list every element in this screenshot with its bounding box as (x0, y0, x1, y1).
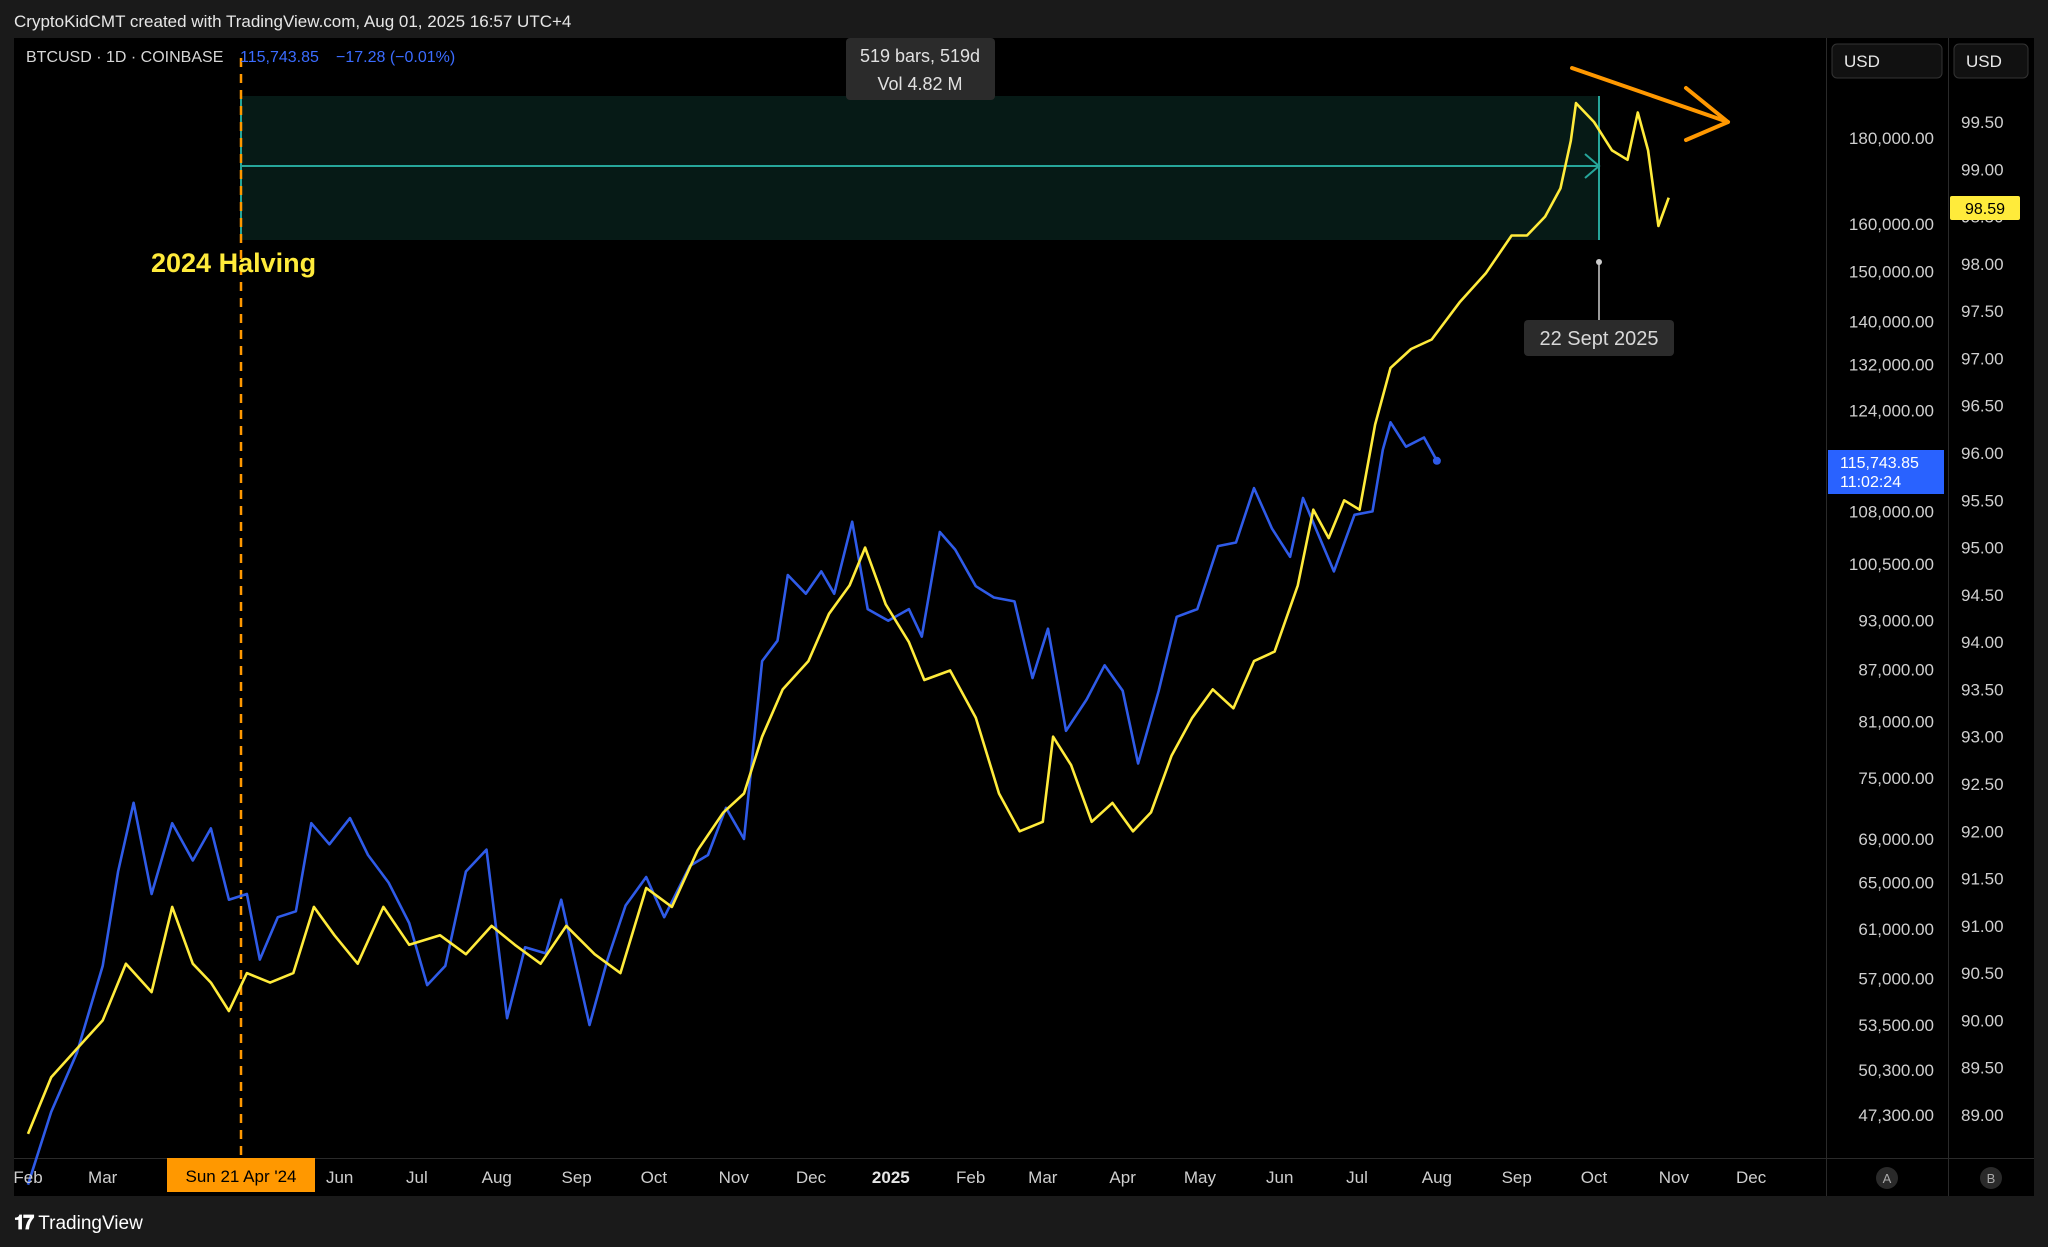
time-axis-tick-9: Nov (719, 1168, 750, 1187)
time-axis-tick-21: Nov (1659, 1168, 1690, 1187)
right-axis-tick-6: 96.50 (1961, 397, 2004, 416)
tradingview-brand[interactable]: 𝟏𝟕 TradingView (14, 1212, 143, 1235)
scale-a-button[interactable]: A (1883, 1171, 1892, 1186)
time-axis-tick-5: Jul (406, 1168, 428, 1187)
left-axis-tick-16: 53,500.00 (1858, 1016, 1934, 1035)
right-axis-tick-11: 94.00 (1961, 633, 2004, 652)
left-axis-tick-15: 57,000.00 (1858, 970, 1934, 989)
left-axis-tick-2: 150,000.00 (1849, 262, 1934, 281)
chart-credit: CryptoKidCMT created with TradingView.co… (0, 0, 2048, 38)
right-axis-tick-1: 99.00 (1961, 160, 2004, 179)
right-axis-tick-17: 91.00 (1961, 917, 2004, 936)
measure-bars-text: 519 bars, 519d (860, 46, 980, 66)
measure-vol-text: Vol 4.82 M (877, 74, 962, 94)
legend-symbol[interactable]: BTCUSD · 1D · COINBASE (26, 49, 223, 66)
right-axis-tick-20: 89.50 (1961, 1059, 2004, 1078)
right-axis-tick-8: 95.50 (1961, 491, 2004, 510)
right-axis-tick-5: 97.00 (1961, 349, 2004, 368)
right-axis-tick-0: 99.50 (1961, 113, 2004, 132)
time-axis-tick-0: Feb (14, 1168, 43, 1187)
tradingview-brand-text: TradingView (38, 1212, 143, 1234)
left-axis-tick-12: 69,000.00 (1858, 830, 1934, 849)
left-axis-tick-4: 132,000.00 (1849, 356, 1934, 375)
b-series-tag: 98.59 (1965, 201, 2005, 218)
left-axis-tick-6: 108,000.00 (1849, 502, 1934, 521)
right-axis-tick-21: 89.00 (1961, 1106, 2004, 1125)
left-axis-tick-9: 87,000.00 (1858, 661, 1934, 680)
time-axis-tick-1: Mar (88, 1168, 118, 1187)
left-axis-tick-8: 93,000.00 (1858, 612, 1934, 631)
scale-b-button[interactable]: B (1987, 1171, 1996, 1186)
tradingview-logo-icon: 𝟏𝟕 (14, 1212, 34, 1234)
time-axis-tick-7: Sep (561, 1168, 591, 1187)
sept-marker-dot (1596, 259, 1602, 265)
time-axis-tick-13: Mar (1028, 1168, 1058, 1187)
left-axis-tick-14: 61,000.00 (1858, 920, 1934, 939)
price-axis-left[interactable]: 180,000.00 160,000.00 150,000.00 140,000.00… (1849, 129, 1934, 1125)
time-axis-tick-14: Apr (1109, 1168, 1136, 1187)
last-price-countdown: 11:02:24 (1840, 474, 1901, 491)
left-axis-tick-7: 100,500.00 (1849, 555, 1934, 574)
right-axis-tick-12: 93.50 (1961, 680, 2004, 699)
legend-price: 115,743.85 (240, 49, 319, 66)
right-axis-tick-18: 90.50 (1961, 964, 2004, 983)
left-axis-tick-17: 50,300.00 (1858, 1061, 1934, 1080)
right-axis-tick-9: 95.00 (1961, 539, 2004, 558)
time-axis-tick-18: Aug (1422, 1168, 1452, 1187)
legend-change: −17.28 (−0.01%) (336, 49, 455, 66)
sept-label: 22 Sept 2025 (1540, 328, 1659, 350)
date-badge: Sun 21 Apr '24 (186, 1167, 297, 1186)
measure-range-box[interactable] (241, 96, 1599, 240)
right-axis-tick-19: 90.00 (1961, 1011, 2004, 1030)
left-axis-tick-5: 124,000.00 (1849, 401, 1934, 420)
left-axis-tick-13: 65,000.00 (1858, 874, 1934, 893)
time-axis-tick-17: Jul (1346, 1168, 1368, 1187)
time-axis-tick-10: Dec (796, 1168, 827, 1187)
price-axis-right[interactable]: 99.5099.0098.5098.0097.5097.0096.5096.00… (1961, 113, 2004, 1125)
right-axis-tick-13: 93.00 (1961, 728, 2004, 747)
left-axis-tick-10: 81,000.00 (1858, 713, 1934, 732)
chart-frame: 2024 Halving 22 Sept 2025 519 bars, 519d… (14, 38, 2034, 1196)
time-axis-tick-20: Oct (1581, 1168, 1608, 1187)
right-axis-tick-15: 92.00 (1961, 822, 2004, 841)
right-axis-tick-16: 91.50 (1961, 870, 2004, 889)
right-axis-tick-7: 96.00 (1961, 444, 2004, 463)
btc-last-point (1432, 456, 1441, 465)
time-axis-tick-16: Jun (1266, 1168, 1293, 1187)
time-axis-tick-11: 2025 (872, 1168, 910, 1187)
currency-button-a[interactable]: USD (1844, 52, 1880, 71)
currency-button-b[interactable]: USD (1966, 52, 2002, 71)
last-price-tag: 115,743.85 (1840, 455, 1919, 472)
right-axis-tick-3: 98.00 (1961, 255, 2004, 274)
time-axis-tick-19: Sep (1502, 1168, 1532, 1187)
time-axis-tick-15: May (1184, 1168, 1217, 1187)
left-axis-tick-0: 180,000.00 (1849, 129, 1934, 148)
left-axis-tick-11: 75,000.00 (1858, 769, 1934, 788)
left-axis-tick-1: 160,000.00 (1849, 215, 1934, 234)
left-axis-tick-3: 140,000.00 (1849, 313, 1934, 332)
price-chart[interactable]: 2024 Halving 22 Sept 2025 519 bars, 519d… (14, 38, 2034, 1196)
right-axis-tick-14: 92.50 (1961, 775, 2004, 794)
halving-label: 2024 Halving (151, 248, 316, 278)
right-axis-tick-10: 94.50 (1961, 586, 2004, 605)
footer-bar (0, 1196, 2048, 1247)
time-axis-tick-22: Dec (1736, 1168, 1767, 1187)
time-axis-tick-4: Jun (326, 1168, 353, 1187)
time-axis-tick-6: Aug (482, 1168, 512, 1187)
right-axis-tick-4: 97.50 (1961, 302, 2004, 321)
left-axis-tick-18: 47,300.00 (1858, 1106, 1934, 1125)
time-axis-tick-12: Feb (956, 1168, 985, 1187)
time-axis-tick-8: Oct (641, 1168, 668, 1187)
